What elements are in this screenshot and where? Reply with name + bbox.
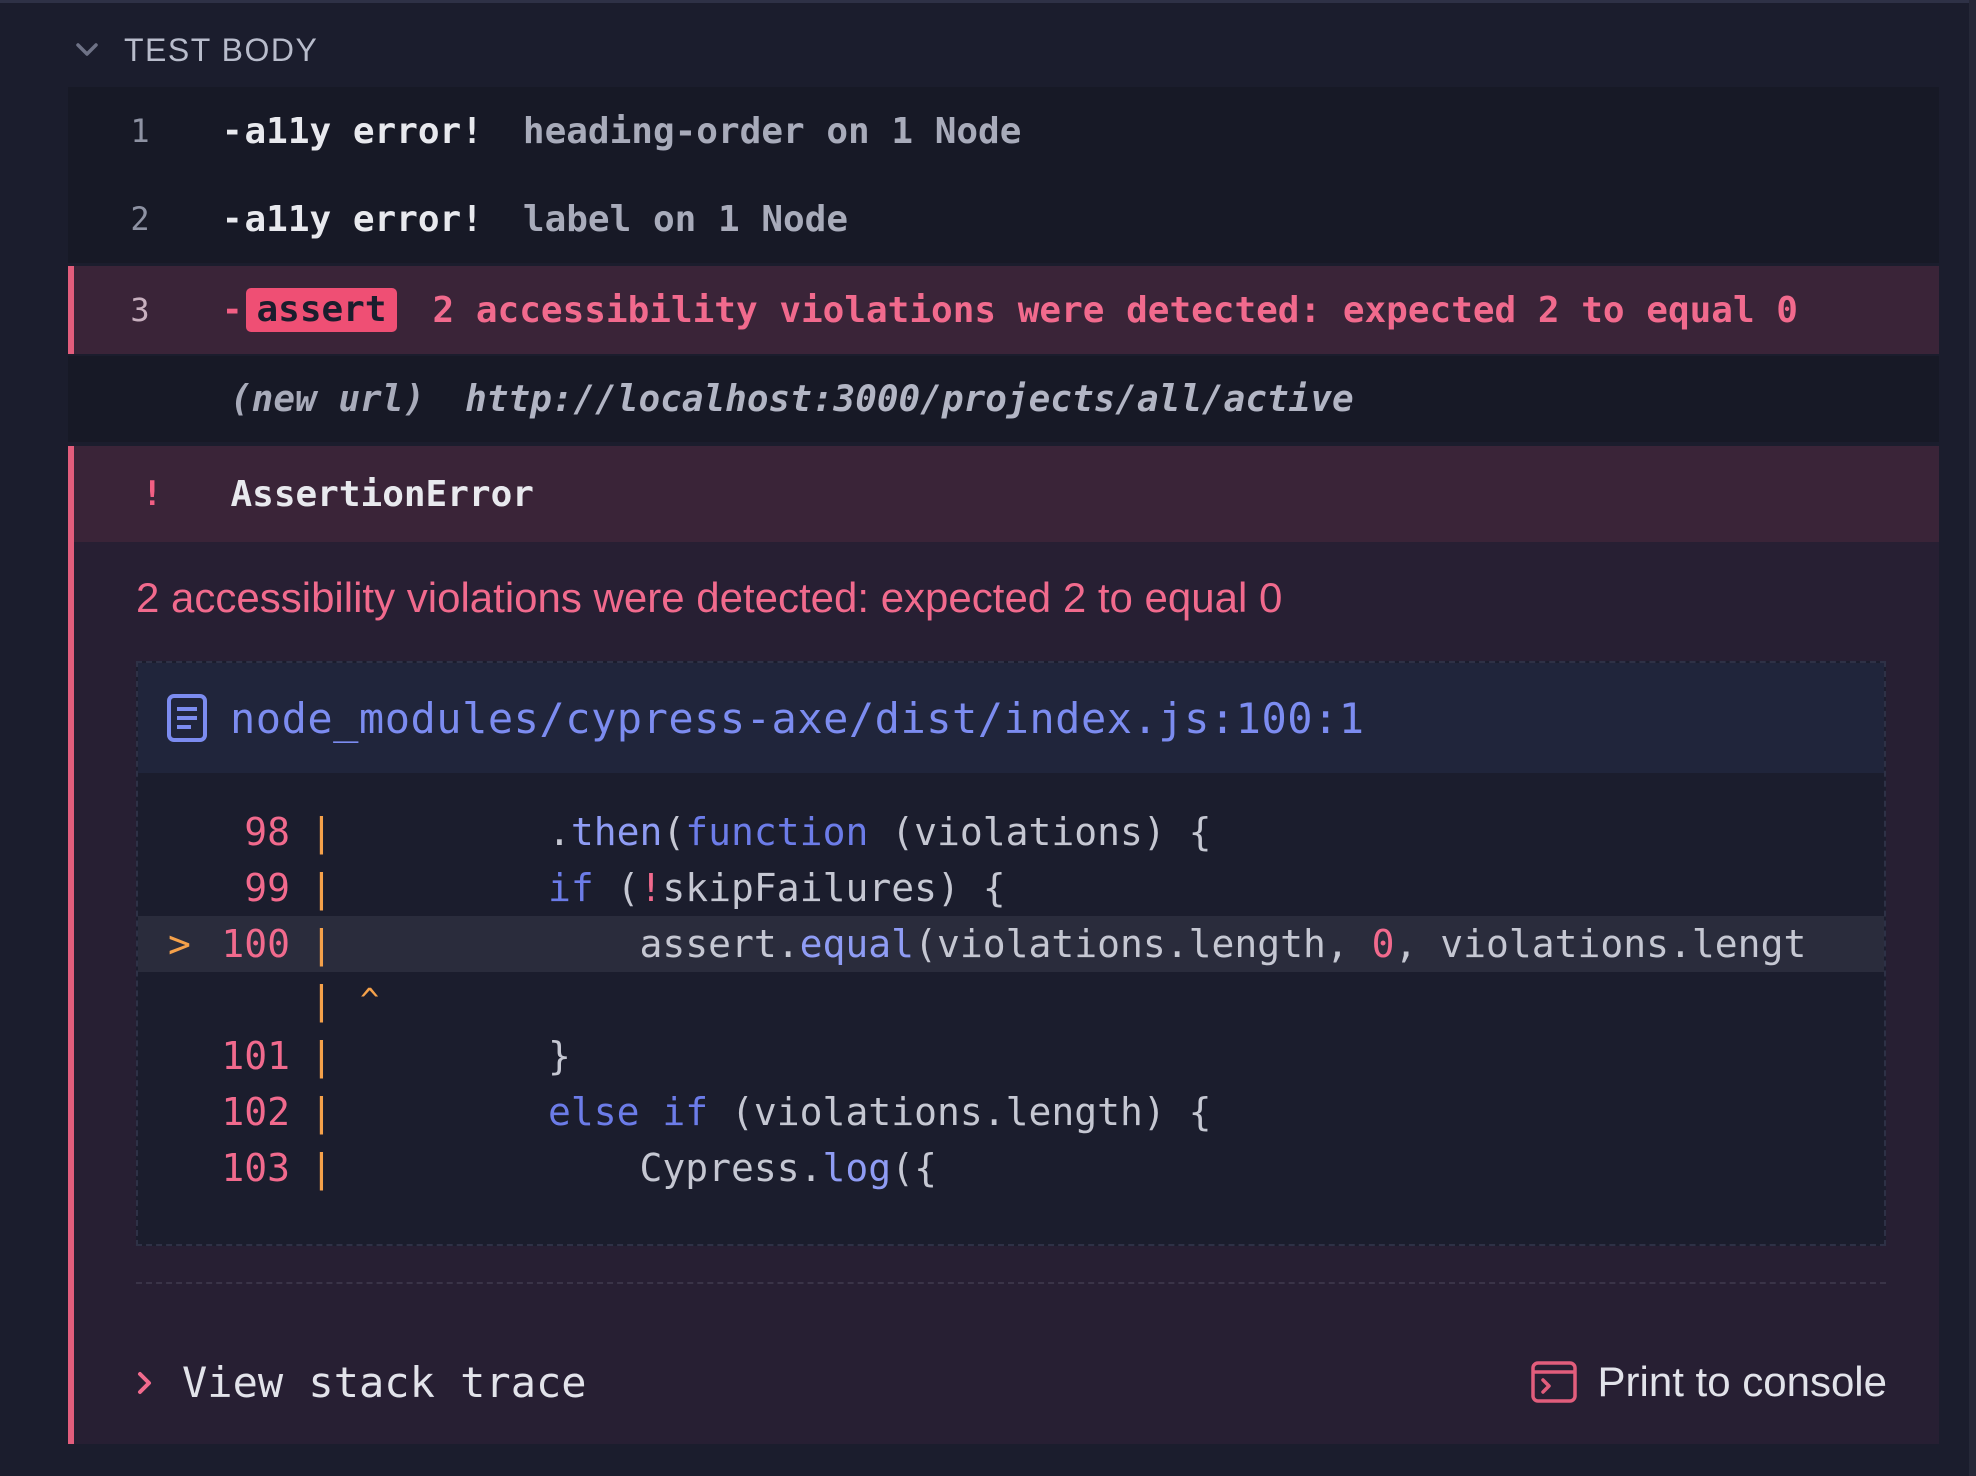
- line-number: 102: [221, 1090, 290, 1134]
- code-text: assert.equal(violations.length, 0, viola…: [548, 922, 1807, 966]
- code-text: else if (violations.length) {: [548, 1090, 1212, 1134]
- gutter-bar: |: [310, 1146, 333, 1190]
- command-dash: -: [222, 199, 243, 239]
- print-to-console-button[interactable]: Print to console: [1530, 1358, 1888, 1406]
- command-message: label on 1 Node: [522, 198, 849, 240]
- gutter-bar: |: [310, 978, 333, 1022]
- error-message: 2 accessibility violations were detected…: [136, 574, 1283, 621]
- command-row[interactable]: 2 - a11y error! label on 1 Node: [68, 175, 1939, 263]
- print-to-console-label: Print to console: [1597, 1358, 1888, 1405]
- command-name: a11y error!: [244, 110, 483, 152]
- code-text: if (!skipFailures) {: [548, 866, 1006, 910]
- divider: [136, 1282, 1886, 1284]
- code-line: 98 | .then(function (violations) {: [138, 804, 1884, 860]
- terminal-icon: [1530, 1358, 1578, 1406]
- code-frame: node_modules/cypress-axe/dist/index.js:1…: [136, 661, 1886, 1246]
- pointer-arrow-icon: >: [168, 922, 191, 966]
- command-name: a11y error!: [244, 198, 483, 240]
- line-number: 103: [221, 1146, 290, 1190]
- command-dash: -: [222, 111, 243, 151]
- new-url-label: (new url): [230, 378, 426, 420]
- top-border: [0, 0, 1976, 3]
- view-stack-trace-button[interactable]: View stack trace: [136, 1358, 587, 1407]
- gutter-bar: |: [310, 866, 333, 910]
- error-indicator-icon: !: [142, 474, 163, 514]
- view-stack-trace-label: View stack trace: [182, 1358, 587, 1407]
- code-line: 102 | else if (violations.length) {: [138, 1084, 1884, 1140]
- command-row[interactable]: 1 - a11y error! heading-order on 1 Node: [68, 87, 1939, 175]
- right-scrollbar-track: [1969, 0, 1976, 1476]
- error-name: AssertionError: [230, 473, 534, 515]
- command-message: heading-order on 1 Node: [522, 110, 1022, 152]
- command-dash: -: [222, 290, 243, 330]
- error-panel: ! AssertionError 2 accessibility violati…: [68, 446, 1939, 1444]
- new-url-value: http://localhost:3000/projects/all/activ…: [465, 378, 1354, 420]
- caret-line: | ^: [138, 972, 1884, 1028]
- code-line-highlighted: > 100 | assert.equal(violations.length, …: [138, 916, 1884, 972]
- code-text: }: [548, 1034, 571, 1078]
- caret-marker: ^: [360, 981, 380, 1019]
- code-text: Cypress.log({: [548, 1146, 937, 1190]
- code-frame-file-link[interactable]: node_modules/cypress-axe/dist/index.js:1…: [138, 663, 1884, 773]
- command-number: 2: [130, 200, 150, 238]
- line-number: 98: [244, 810, 290, 854]
- command-message: 2 accessibility violations were detected…: [432, 289, 1798, 331]
- test-body-header[interactable]: TEST BODY: [72, 28, 318, 72]
- code-line: 103 | Cypress.log({: [138, 1140, 1884, 1196]
- gutter-bar: |: [310, 1034, 333, 1078]
- line-number: 101: [221, 1034, 290, 1078]
- command-row-failed[interactable]: 3 - assert 2 accessibility violations we…: [68, 266, 1939, 354]
- chevron-down-icon[interactable]: [72, 35, 102, 65]
- code-line: 99 | if (!skipFailures) {: [138, 860, 1884, 916]
- command-number: 3: [130, 291, 150, 329]
- gutter-bar: |: [310, 922, 333, 966]
- line-number: 99: [244, 866, 290, 910]
- gutter-bar: |: [310, 810, 333, 854]
- section-title: TEST BODY: [124, 31, 319, 68]
- line-number: 100: [221, 922, 290, 966]
- assert-badge: assert: [246, 288, 397, 332]
- command-number: 1: [130, 112, 150, 150]
- gutter-bar: |: [310, 1090, 333, 1134]
- new-url-row[interactable]: (new url) http://localhost:3000/projects…: [68, 356, 1939, 442]
- error-header: ! AssertionError: [74, 446, 1939, 542]
- file-path[interactable]: node_modules/cypress-axe/dist/index.js:1…: [230, 694, 1365, 743]
- chevron-right-icon: [136, 1368, 158, 1398]
- file-icon: [164, 693, 210, 743]
- code-text: .then(function (violations) {: [548, 810, 1212, 854]
- code-line: 101 | }: [138, 1028, 1884, 1084]
